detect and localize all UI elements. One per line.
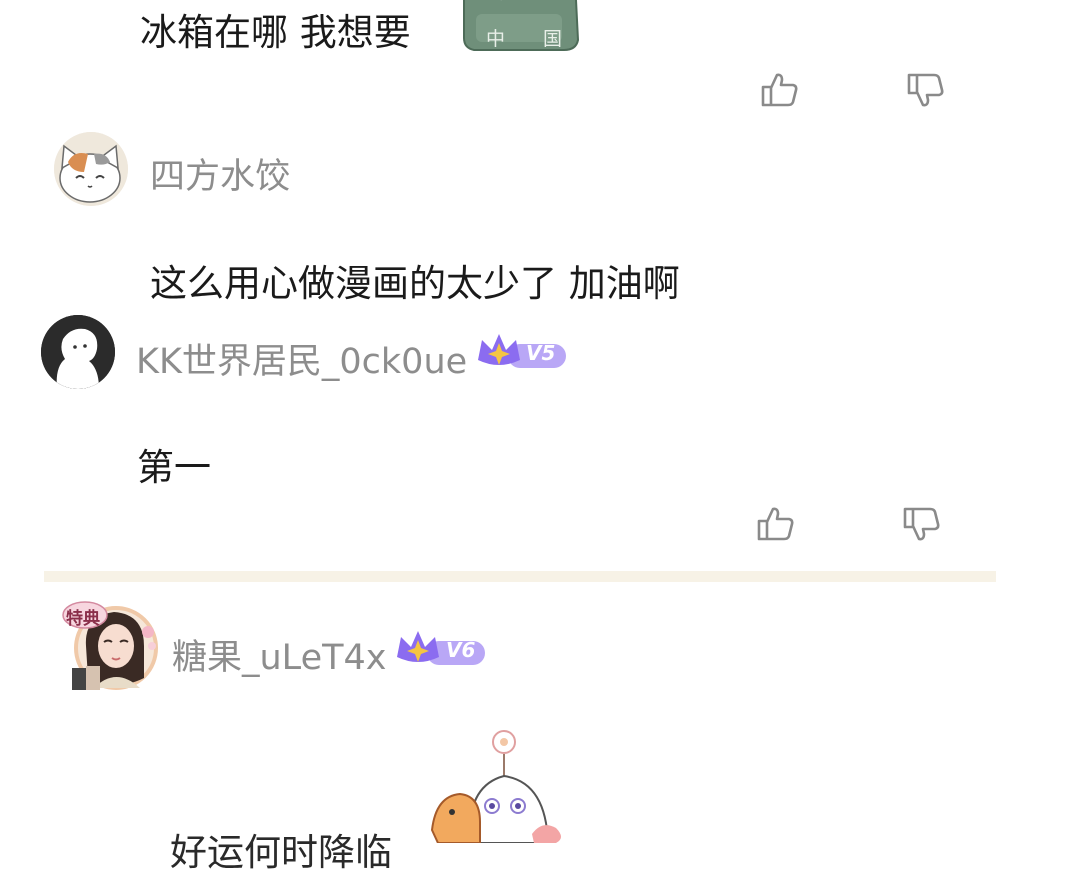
thumbs-down-icon [907, 73, 944, 107]
vip-level: V5 [526, 341, 556, 365]
dislike-button[interactable] [906, 70, 946, 110]
cat-avatar-icon [54, 132, 128, 206]
section-divider [44, 571, 996, 582]
sticker-image [430, 726, 570, 844]
thumbs-up-icon [761, 73, 798, 107]
comment-text: 第一 [137, 446, 211, 489]
sticker-text: 中 国 [486, 28, 579, 50]
username[interactable]: 四方水饺 [150, 148, 290, 199]
thumbs-down-icon [903, 507, 940, 541]
avatar-badge-text: 特典 [66, 609, 100, 629]
comment-text: 冰箱在哪 我想要 [140, 11, 411, 54]
vip-level: V6 [446, 638, 476, 662]
username[interactable]: KK世界居民_0ck0ue [136, 333, 467, 384]
thumbs-up-icon [757, 507, 794, 541]
like-button[interactable] [756, 504, 796, 544]
avatar[interactable] [41, 315, 115, 389]
default-user-avatar-icon [41, 315, 115, 389]
dislike-button[interactable] [902, 504, 942, 544]
like-button[interactable] [760, 70, 800, 110]
comment-text: 好运何时降临 [170, 831, 392, 874]
avatar[interactable] [54, 132, 128, 206]
username[interactable]: 糖果_uLeT4x [172, 629, 386, 680]
comment-text: 这么用心做漫画的太少了 加油啊 [150, 262, 680, 305]
